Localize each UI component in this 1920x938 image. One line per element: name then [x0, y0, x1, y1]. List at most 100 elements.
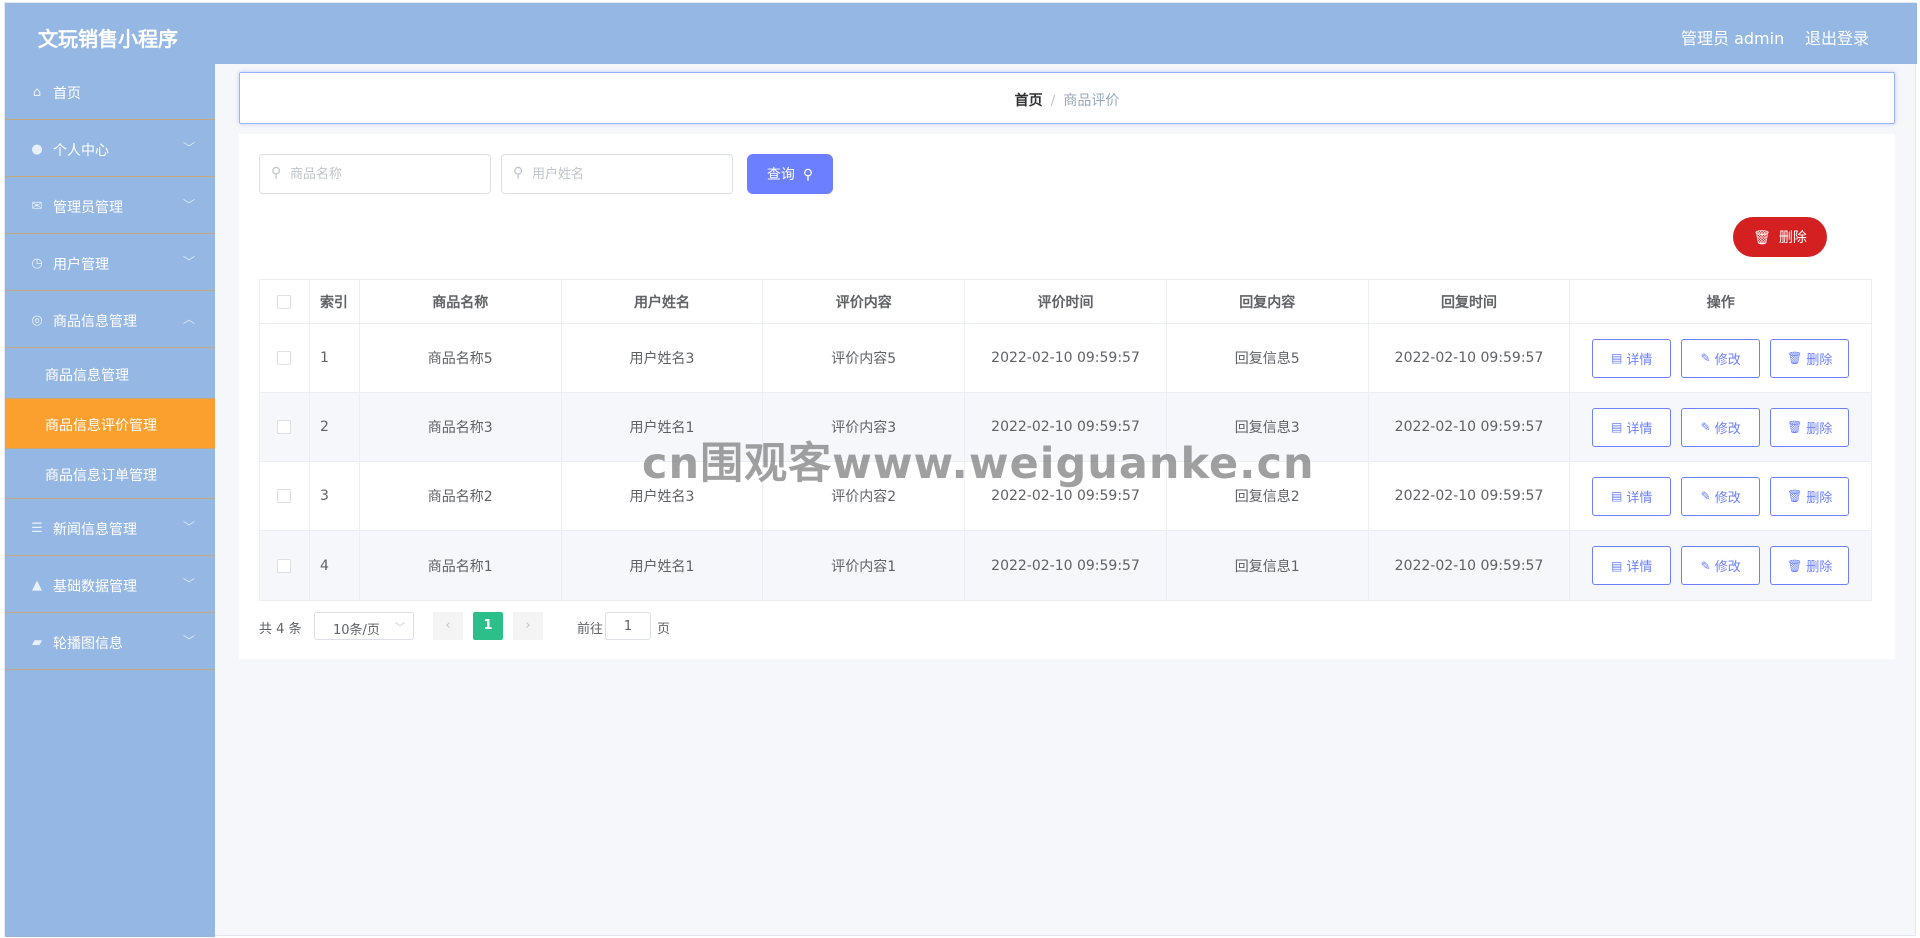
reply-time-cell: 2022-02-10 09:59:57 — [1369, 462, 1571, 530]
total-count: 共 4 条 — [259, 622, 302, 637]
sidebar-item-personal-center[interactable]: ● 个人中心 ﹀ — [5, 121, 215, 177]
next-page-button[interactable]: › — [513, 612, 543, 640]
row-checkbox[interactable] — [277, 558, 292, 573]
table-row: 4 商品名称1 用户姓名1 评价内容1 2022-02-10 09:59:57 … — [260, 531, 1871, 600]
reply-time-cell: 2022-02-10 09:59:57 — [1369, 324, 1571, 392]
time-cell: 2022-02-10 09:59:57 — [965, 531, 1167, 600]
current-user-label: 管理员 admin — [1681, 29, 1785, 48]
sidebar-item-news-management[interactable]: ☰ 新闻信息管理 ﹀ — [5, 500, 215, 556]
sidebar-item-label: 个人中心 — [53, 143, 109, 159]
goto-page-input[interactable] — [605, 612, 651, 640]
target-icon: ◎ — [31, 313, 43, 328]
edit-icon: ✎ — [1700, 489, 1711, 503]
breadcrumb-card: 首页 / 商品评价 — [239, 72, 1895, 124]
table-header: 索引 商品名称 用户姓名 评价内容 评价时间 回复内容 回复时间 操作 — [260, 280, 1871, 324]
header-cell: 回复内容 — [1167, 280, 1369, 323]
edit-button[interactable]: ✎ 修改 — [1681, 338, 1761, 378]
sidebar-item-admin-management[interactable]: ✉ 管理员管理 ﹀ — [5, 178, 215, 234]
image-icon: ▰ — [32, 635, 42, 650]
product-cell: 商品名称2 — [360, 462, 562, 530]
product-name-search[interactable]: ⚲ — [259, 154, 491, 194]
bulk-delete-button[interactable]: 🗑 删除 — [1733, 217, 1827, 257]
mail-icon: ✉ — [31, 199, 43, 214]
detail-label: 详情 — [1626, 351, 1653, 367]
delete-button[interactable]: 🗑 删除 — [1770, 546, 1850, 585]
sidebar-subitem-label: 商品信息订单管理 — [45, 468, 157, 484]
sidebar-item-label: 用户管理 — [53, 257, 109, 273]
index-cell: 4 — [310, 531, 360, 600]
sidebar-item-product-management[interactable]: ◎ 商品信息管理 ︿ — [5, 292, 215, 348]
sidebar-subitem-product-orders[interactable]: 商品信息订单管理 — [5, 449, 215, 499]
prev-page-button[interactable]: ‹ — [433, 612, 463, 640]
breadcrumb-separator: / — [1050, 93, 1056, 109]
sidebar-subitem-product-review[interactable]: 商品信息评价管理 — [5, 399, 215, 449]
chevron-down-icon: ﹀ — [182, 198, 195, 212]
user-cell: 用户姓名3 — [562, 462, 764, 530]
delete-button[interactable]: 🗑 删除 — [1770, 338, 1850, 378]
detail-button[interactable]: ▤ 详情 — [1592, 338, 1672, 378]
user-name-search[interactable]: ⚲ — [501, 154, 733, 194]
header-cell: 评价时间 — [965, 280, 1167, 323]
header-cell: 索引 — [310, 280, 360, 323]
page-number-button[interactable]: 1 — [473, 612, 503, 640]
index-cell: 1 — [310, 324, 360, 392]
user-name-input[interactable] — [532, 164, 722, 184]
trash-icon: 🗑 — [1753, 229, 1771, 245]
delete-label: 删除 — [1806, 420, 1833, 436]
edit-icon: ✎ — [1700, 420, 1711, 434]
trash-icon: 🗑 — [1787, 489, 1803, 503]
reply-time-cell: 2022-02-10 09:59:57 — [1369, 531, 1571, 600]
edit-label: 修改 — [1714, 559, 1741, 574]
person-icon: ▲ — [32, 578, 42, 593]
sidebar-item-carousel[interactable]: ▰ 轮播图信息 ﹀ — [5, 614, 215, 670]
reply-cell: 回复信息5 — [1167, 324, 1369, 392]
header-cell: 商品名称 — [360, 280, 562, 323]
chevron-down-icon: ﹀ — [182, 577, 195, 591]
document-icon: ▤ — [1611, 489, 1623, 503]
detail-label: 详情 — [1626, 489, 1653, 505]
logout-link[interactable]: 退出登录 — [1805, 25, 1869, 49]
detail-button[interactable]: ▤ 详情 — [1592, 546, 1672, 585]
chevron-right-icon: › — [525, 618, 531, 633]
header-select-all-cell — [260, 280, 310, 323]
sidebar-item-home[interactable]: ⌂ 首页 — [5, 64, 215, 120]
sidebar-item-label: 管理员管理 — [53, 200, 123, 216]
edit-button[interactable]: ✎ 修改 — [1681, 476, 1761, 516]
delete-button[interactable]: 🗑 删除 — [1770, 476, 1850, 516]
row-checkbox[interactable] — [277, 420, 292, 434]
sidebar-item-user-management[interactable]: ◷ 用户管理 ﹀ — [5, 235, 215, 291]
breadcrumb-home[interactable]: 首页 — [1015, 93, 1043, 109]
search-icon: ⚲ — [513, 165, 524, 181]
edit-button[interactable]: ✎ 修改 — [1681, 407, 1761, 447]
chevron-down-icon: ﹀ — [182, 634, 195, 648]
detail-button[interactable]: ▤ 详情 — [1592, 407, 1672, 447]
time-cell: 2022-02-10 09:59:57 — [965, 324, 1167, 392]
user-cell: 用户姓名1 — [562, 393, 764, 461]
sidebar-item-base-data[interactable]: ▲ 基础数据管理 ﹀ — [5, 557, 215, 613]
row-checkbox[interactable] — [277, 489, 292, 503]
page-size-select[interactable]: 10条/页 ﹀ — [314, 612, 414, 640]
product-name-input[interactable] — [290, 164, 480, 184]
clock-icon: ◷ — [31, 256, 43, 271]
app-frame: 文玩销售小程序 管理员 admin 退出登录 ⌂ 首页 ● 个人中心 ﹀ ✉ 管… — [4, 2, 1917, 937]
document-icon: ▤ — [1611, 351, 1623, 365]
index-cell: 2 — [310, 393, 360, 461]
sidebar: ⌂ 首页 ● 个人中心 ﹀ ✉ 管理员管理 ﹀ ◷ 用户管理 ﹀ ◎ 商品信息管… — [5, 64, 215, 937]
edit-label: 修改 — [1714, 489, 1741, 505]
select-all-checkbox[interactable] — [277, 294, 292, 309]
list-icon: ☰ — [31, 521, 43, 536]
reply-cell: 回复信息3 — [1167, 393, 1369, 461]
detail-label: 详情 — [1626, 559, 1653, 574]
reply-cell: 回复信息1 — [1167, 531, 1369, 600]
sidebar-subitem-product-info[interactable]: 商品信息管理 — [5, 349, 215, 399]
row-select-cell — [260, 462, 310, 530]
reviews-table: 索引 商品名称 用户姓名 评价内容 评价时间 回复内容 回复时间 操作 1 商品… — [259, 279, 1872, 601]
edit-button[interactable]: ✎ 修改 — [1681, 546, 1761, 585]
edit-icon: ✎ — [1700, 558, 1711, 573]
row-checkbox[interactable] — [277, 351, 292, 365]
query-button[interactable]: 查询 ⚲ — [747, 154, 833, 194]
content-cell: 评价内容3 — [763, 393, 966, 461]
detail-button[interactable]: ▤ 详情 — [1592, 476, 1672, 516]
header-cell: 操作 — [1706, 294, 1735, 311]
delete-button[interactable]: 🗑 删除 — [1770, 407, 1850, 447]
